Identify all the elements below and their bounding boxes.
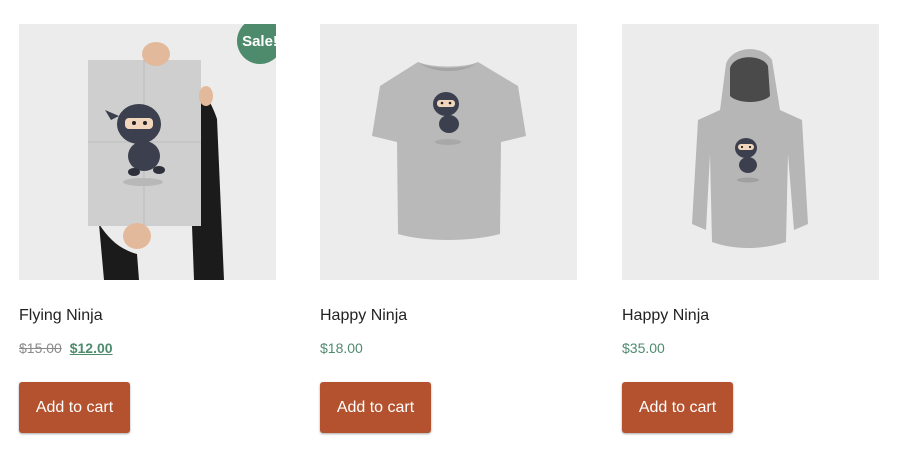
product-image-link[interactable] (622, 24, 879, 280)
product-price: $15.00 $12.00 (19, 340, 113, 356)
add-to-cart-button[interactable]: Add to cart (19, 382, 130, 433)
product-title[interactable]: Flying Ninja (19, 307, 103, 325)
product-card: Happy Ninja $35.00 Add to cart (622, 24, 879, 433)
regular-price: $15.00 (19, 340, 62, 356)
product-price: $35.00 (622, 340, 665, 356)
ninja-tshirt-image (320, 24, 577, 280)
sale-price: $12.00 (69, 340, 113, 356)
product-grid: Sale! Flying Ninja $15.00 $12.00 Add to … (0, 0, 900, 456)
product-price: $18.00 (320, 340, 363, 356)
add-to-cart-button[interactable]: Add to cart (622, 382, 733, 433)
ninja-hoodie-image (622, 24, 879, 280)
ninja-poster-image (19, 24, 276, 280)
product-card: Sale! Flying Ninja $15.00 $12.00 Add to … (19, 24, 276, 433)
product-title[interactable]: Happy Ninja (622, 307, 709, 325)
product-title[interactable]: Happy Ninja (320, 307, 407, 325)
product-card: Happy Ninja $18.00 Add to cart (320, 24, 577, 433)
add-to-cart-button[interactable]: Add to cart (320, 382, 431, 433)
product-image-link[interactable]: Sale! (19, 24, 276, 280)
product-image-link[interactable] (320, 24, 577, 280)
